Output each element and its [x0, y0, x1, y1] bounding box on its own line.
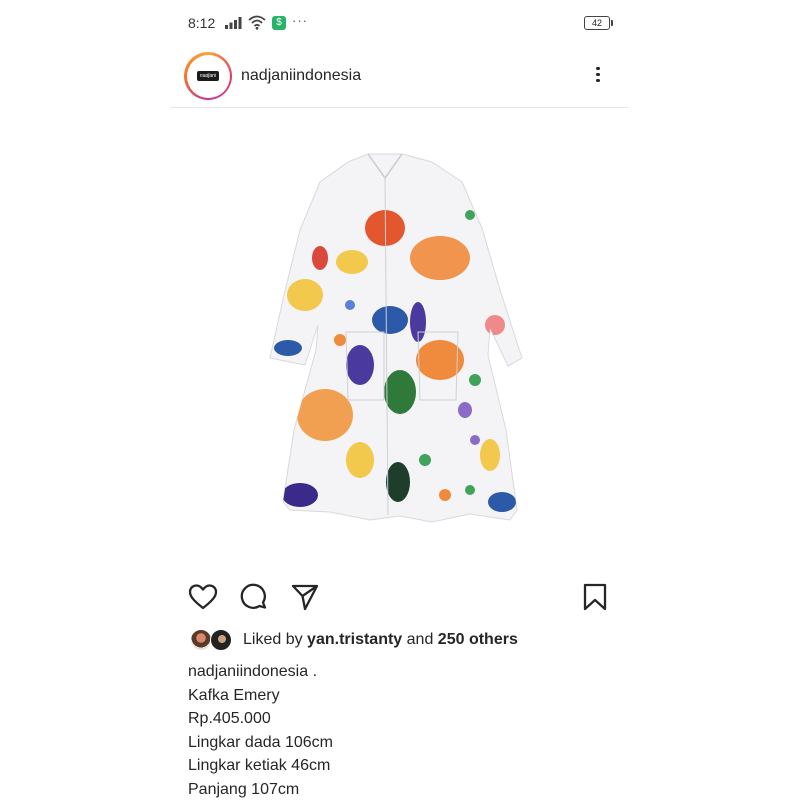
status-bar: 8:12 $ ··· 42 [170, 8, 615, 36]
caption-line: Kafka Emery [188, 686, 280, 704]
wifi-icon [248, 15, 266, 30]
liked-user-link[interactable]: yan.tristanty [307, 631, 402, 648]
caption-line: Rp.405.000 [188, 710, 271, 727]
status-more-icon: ··· [292, 13, 308, 28]
liked-others-link[interactable]: 250 others [438, 631, 518, 648]
caption-text: . [312, 663, 318, 680]
brand-logo: nadjani [189, 57, 227, 95]
more-vertical-icon[interactable] [590, 64, 606, 86]
likes-summary[interactable]: Liked by yan.tristanty and 250 others [190, 628, 620, 652]
liked-by-text: Liked by yan.tristanty and 250 others [243, 631, 518, 648]
caption-username[interactable]: nadjaniindonesia [188, 663, 308, 680]
send-icon[interactable] [290, 582, 320, 612]
heart-icon[interactable] [188, 582, 218, 612]
caption-line: Lingkar ketiak 46cm [188, 757, 331, 774]
comment-icon[interactable] [239, 582, 269, 612]
liker-avatar [190, 629, 212, 651]
liker-avatar [210, 629, 232, 651]
post-header: nadjani nadjaniindonesia [170, 46, 628, 108]
signal-icon [225, 17, 242, 29]
post-image[interactable] [170, 110, 628, 570]
caption-line: Panjang 107cm [188, 780, 300, 798]
printed-shirt-dress-image [269, 153, 523, 523]
battery-icon: 42 [584, 16, 613, 30]
bookmark-icon[interactable] [580, 582, 610, 612]
post-caption: nadjaniindonesia . Kafka Emery Rp.405.00… [188, 660, 618, 800]
profile-avatar[interactable]: nadjani [184, 52, 232, 100]
status-time: 8:12 [188, 15, 216, 31]
caption-line: Lingkar dada 106cm [188, 733, 333, 751]
brand-logo-text: nadjani [196, 71, 220, 81]
post-username[interactable]: nadjaniindonesia [241, 67, 361, 85]
notification-app-icon: $ [272, 16, 286, 30]
post-actions [170, 578, 628, 618]
